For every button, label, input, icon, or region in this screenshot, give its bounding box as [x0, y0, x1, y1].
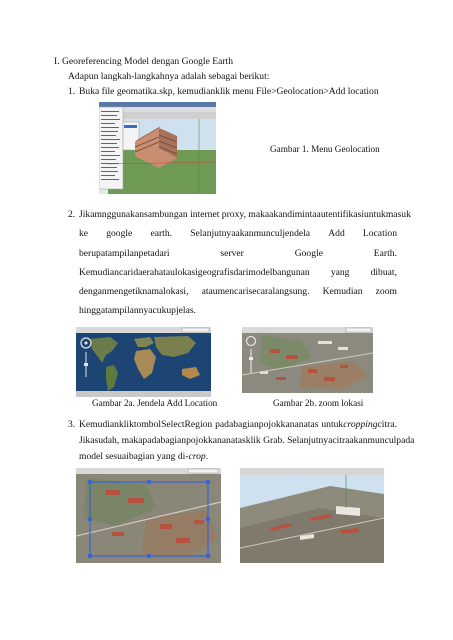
step-3-number: 3. — [68, 419, 76, 430]
word: ke — [79, 228, 89, 239]
word: google — [106, 228, 133, 239]
figure-1-image — [99, 102, 216, 194]
word: Selanjutnyaakanmunculjendela — [190, 228, 311, 239]
word: yang — [330, 267, 350, 278]
step-2-line-5: denganmengetiknamalokasi, ataumencarisec… — [79, 286, 397, 298]
word: dibuat, — [370, 267, 397, 278]
word: zoom — [375, 286, 397, 297]
text-part: . — [205, 451, 209, 462]
emphasis: crop — [188, 451, 206, 462]
step-3-line-1: KemudiankliktombolSelectRegion padabagia… — [79, 419, 397, 431]
word: Kemudian — [322, 286, 363, 297]
word-part: citra. — [377, 419, 397, 430]
word: ataumencarisecaralangsung. — [201, 286, 310, 297]
figure-3a-image — [76, 468, 221, 563]
emphasis: cropping — [343, 419, 378, 430]
word: untukcroppingcitra. — [321, 419, 397, 431]
figure-2a-image — [76, 327, 211, 397]
figure-2b-caption: Gambar 2b. zoom lokasi — [273, 398, 364, 408]
figure-3b-image — [240, 468, 384, 563]
step-2-line-6: hinggatampilannyacukupjelas. — [79, 305, 196, 316]
word: Earth. — [373, 248, 397, 259]
document-page: I. Georeferencing Model dengan Google Ea… — [0, 0, 453, 640]
word: padabagianpojokkananatas — [215, 419, 319, 430]
step-3-line-3: model sesuaibagian yang di-crop. — [79, 451, 208, 463]
word: denganmengetiknamalokasi, — [79, 286, 189, 297]
step-2-number: 2. — [68, 209, 76, 220]
text-part: model sesuaibagian yang di- — [79, 451, 189, 462]
word: KemudiankliktombolSelectRegion — [79, 419, 213, 430]
word: Kemudiancaridaerahataulokasigeografisdar… — [79, 267, 310, 278]
step-2-line-4: Kemudiancaridaerahataulokasigeografisdar… — [79, 267, 397, 279]
step-2-line-1: Jikamnggunakansambungan internet proxy, … — [79, 209, 411, 220]
word: Location — [362, 228, 397, 239]
step-2-line-2: ke google earth. Selanjutnyaakanmunculje… — [79, 228, 397, 240]
section-heading: I. Georeferencing Model dengan Google Ea… — [54, 56, 234, 67]
figure-2a-caption: Gambar 2a. Jendela Add Location — [92, 398, 218, 408]
step-2-line-3: berupatampilanpetadari server Google Ear… — [79, 248, 397, 260]
word: Google — [294, 248, 323, 259]
word: server — [220, 248, 244, 259]
step-1-number: 1. — [68, 86, 76, 97]
intro-text: Adapun langkah-langkahnya adalah sebagai… — [68, 71, 270, 82]
word-part: untuk — [321, 419, 344, 430]
word: earth. — [150, 228, 173, 239]
word: Add — [328, 228, 345, 239]
figure-1-caption: Gambar 1. Menu Geolocation — [270, 144, 380, 154]
figure-2b-image — [242, 327, 373, 393]
step-3-line-2: Jikasudah, makapadabagianpojokkananatask… — [79, 435, 415, 446]
step-1-text: Buka file geomatika.skp, kemudianklik me… — [79, 86, 379, 97]
word: berupatampilanpetadari — [79, 248, 170, 259]
